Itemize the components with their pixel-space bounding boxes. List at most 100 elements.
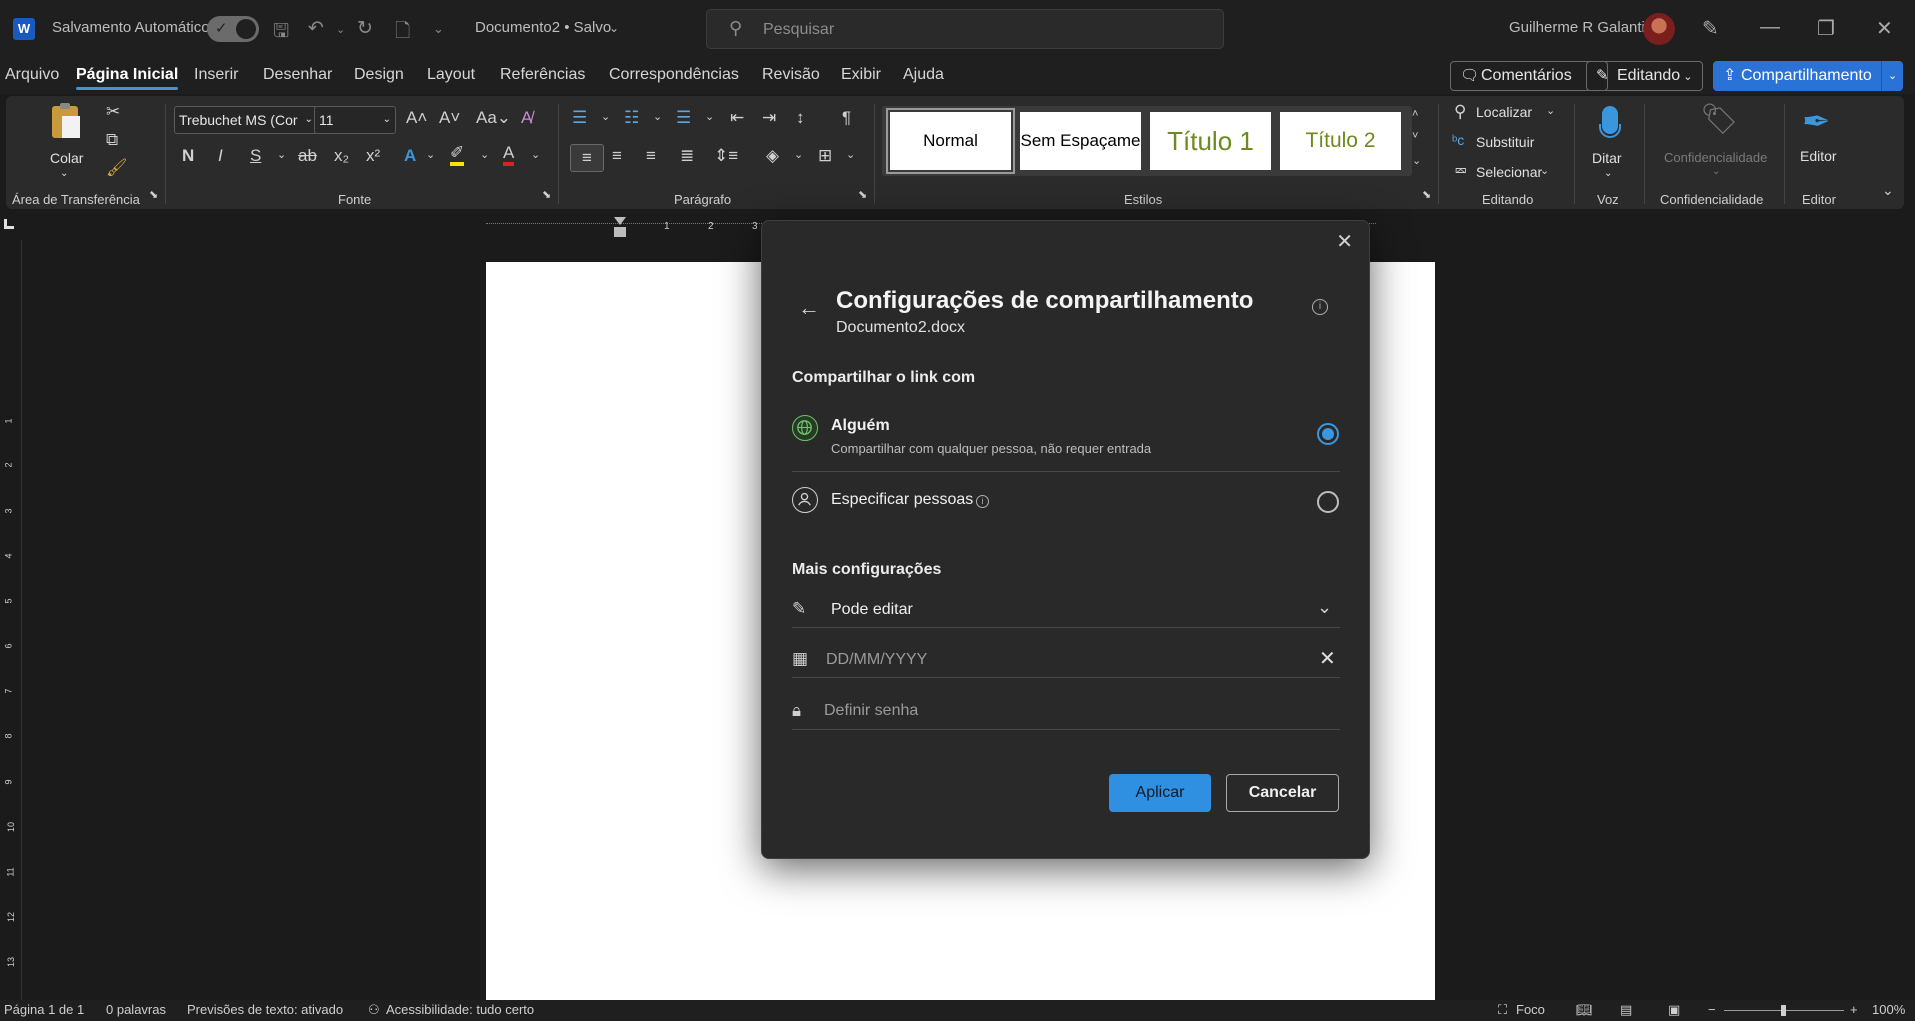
date-input[interactable]: DD/MM/YYYY xyxy=(826,651,927,669)
user-name[interactable]: Guilherme R Galanti xyxy=(1509,19,1645,36)
chevron-down-icon[interactable]: ⌄ xyxy=(531,148,540,161)
share-button[interactable]: ⇪ Compartilhamento ⌄ xyxy=(1713,61,1903,91)
show-marks-icon[interactable]: ¶ xyxy=(842,108,851,128)
customize-toolbar-icon[interactable]: ⌄ xyxy=(433,21,444,37)
bullets-icon[interactable]: ☰ xyxy=(572,108,587,128)
apply-button[interactable]: Aplicar xyxy=(1109,774,1211,812)
comments-button[interactable]: 🗨 Comentários xyxy=(1450,61,1608,91)
tab-design[interactable]: Design xyxy=(354,66,404,84)
info-icon[interactable]: i xyxy=(976,495,989,508)
document-title[interactable]: Documento2 • Salvo xyxy=(475,19,611,36)
undo-icon[interactable]: ↶ xyxy=(308,17,324,40)
align-center-icon[interactable]: ≡ xyxy=(612,146,622,166)
clear-formatting-icon[interactable]: A̸ xyxy=(521,108,532,128)
justify-icon[interactable]: ≣ xyxy=(680,146,694,166)
chevron-down-icon[interactable]: ⌄ xyxy=(705,110,714,123)
focus-mode-button[interactable]: Foco xyxy=(1516,1002,1545,1017)
editor-button[interactable]: ✒ Editor xyxy=(1790,102,1850,182)
tab-revisao[interactable]: Revisão xyxy=(762,66,820,84)
tab-pagina-inicial[interactable]: Página Inicial xyxy=(76,66,179,90)
close-icon[interactable]: ✕ xyxy=(1876,16,1893,41)
styles-scroll-down-icon[interactable]: ˅ xyxy=(1412,130,1418,142)
style-sem-espacamento[interactable]: Sem Espaçame xyxy=(1020,112,1141,170)
indent-marker-bottom[interactable] xyxy=(614,227,626,237)
text-effects-icon[interactable]: A xyxy=(404,146,416,166)
password-input[interactable]: Definir senha xyxy=(824,702,918,720)
indent-marker[interactable] xyxy=(614,217,626,225)
restore-icon[interactable]: ❐ xyxy=(1817,16,1835,41)
grow-font-icon[interactable]: A˄ xyxy=(406,108,427,128)
paste-button[interactable]: Colar ⌄ xyxy=(44,102,88,182)
numbering-icon[interactable]: ☷ xyxy=(624,108,639,128)
read-mode-icon[interactable]: 📖︎ xyxy=(1576,1002,1593,1018)
chevron-down-icon[interactable]: ⌄ xyxy=(1540,164,1549,177)
page-count[interactable]: Página 1 de 1 xyxy=(4,1002,84,1017)
sensitivity-button[interactable]: 🏷 Confidencialidade ⌄ xyxy=(1654,102,1778,182)
underline-button[interactable]: S xyxy=(250,146,261,166)
select-button[interactable]: Selecionar xyxy=(1476,164,1542,180)
avatar[interactable] xyxy=(1643,13,1675,45)
chevron-down-icon[interactable]: ⌄ xyxy=(1546,104,1555,117)
font-size-combo[interactable]: 11 ⌄ xyxy=(314,106,396,134)
copy-icon[interactable]: ⧉ xyxy=(106,130,118,150)
styles-scroll-up-icon[interactable]: ˄ xyxy=(1412,108,1418,120)
underline-dropdown-icon[interactable]: ⌄ xyxy=(277,148,286,161)
superscript-icon[interactable]: x² xyxy=(366,146,380,166)
find-button[interactable]: Localizar xyxy=(1476,104,1532,120)
borders-icon[interactable]: ⊞ xyxy=(818,146,832,166)
align-right-icon[interactable]: ≡ xyxy=(646,146,656,166)
styles-more-icon[interactable]: ⌄ xyxy=(1412,154,1421,167)
tab-exibir[interactable]: Exibir xyxy=(841,66,881,84)
font-color-icon[interactable]: A xyxy=(503,144,515,166)
subscript-icon[interactable]: x₂ xyxy=(334,146,349,166)
zoom-level[interactable]: 100% xyxy=(1872,1002,1905,1017)
minimize-icon[interactable]: — xyxy=(1760,16,1780,39)
print-layout-icon[interactable]: ▤ xyxy=(1620,1002,1632,1018)
editing-mode-button[interactable]: ✎ Editando ⌄ xyxy=(1586,61,1703,91)
clear-date-icon[interactable]: ✕ xyxy=(1319,646,1336,671)
zoom-in-icon[interactable]: + xyxy=(1850,1002,1858,1017)
word-count[interactable]: 0 palavras xyxy=(106,1002,166,1017)
new-document-icon[interactable]: 🗋 xyxy=(395,17,410,49)
search-box[interactable]: ⚲ Pesquisar xyxy=(706,9,1224,49)
multilevel-list-icon[interactable]: ☰ xyxy=(676,108,691,128)
close-icon[interactable]: ✕ xyxy=(1336,229,1353,254)
share-dropdown[interactable]: ⌄ xyxy=(1881,61,1903,91)
text-predictions-status[interactable]: Previsões de texto: ativado xyxy=(187,1002,343,1017)
zoom-slider[interactable] xyxy=(1724,1005,1844,1016)
chevron-down-icon[interactable]: ⌄ xyxy=(426,148,435,161)
chevron-down-icon[interactable]: ⌄ xyxy=(794,148,803,161)
chevron-down-icon[interactable]: ⌄ xyxy=(653,110,662,123)
style-normal[interactable]: Normal xyxy=(886,108,1015,174)
line-spacing-icon[interactable]: ⇕≡ xyxy=(714,146,738,166)
italic-button[interactable]: I xyxy=(218,146,223,166)
cancel-button[interactable]: Cancelar xyxy=(1226,774,1339,812)
format-painter-icon[interactable]: 🖌 xyxy=(106,158,128,178)
tab-desenhar[interactable]: Desenhar xyxy=(263,66,332,84)
change-case-icon[interactable]: Aa⌄ xyxy=(476,108,511,128)
chevron-down-icon[interactable]: ⌄ xyxy=(846,148,855,161)
save-icon[interactable]: 🖫 xyxy=(273,17,289,49)
bold-button[interactable]: N xyxy=(182,146,194,166)
ribbon-expand-icon[interactable]: ⌄ xyxy=(1882,182,1894,199)
pen-icon[interactable]: ✎ xyxy=(1702,16,1719,41)
dialog-launcher-icon[interactable]: ⬊ xyxy=(542,188,551,201)
info-icon[interactable]: i xyxy=(1312,299,1328,315)
replace-button[interactable]: Substituir xyxy=(1476,134,1534,150)
cut-icon[interactable]: ✂ xyxy=(106,102,120,122)
tab-inserir[interactable]: Inserir xyxy=(194,66,238,84)
tab-stop-selector[interactable] xyxy=(4,219,14,229)
align-left-icon[interactable]: ≡ xyxy=(570,144,604,172)
tab-arquivo[interactable]: Arquivo xyxy=(5,66,59,84)
strikethrough-icon[interactable]: ab xyxy=(298,146,317,166)
decrease-indent-icon[interactable]: ⇤ xyxy=(730,108,744,128)
back-arrow-icon[interactable]: ← xyxy=(798,295,820,321)
web-layout-icon[interactable]: ▣ xyxy=(1668,1002,1680,1018)
dialog-launcher-icon[interactable]: ⬊ xyxy=(1422,188,1431,201)
style-titulo-1[interactable]: Título 1 xyxy=(1150,112,1271,170)
sort-icon[interactable]: ↕ xyxy=(796,108,805,128)
radio-anyone[interactable] xyxy=(1317,423,1339,445)
redo-icon[interactable]: ↻ xyxy=(357,17,373,40)
shrink-font-icon[interactable]: A˅ xyxy=(439,108,460,128)
undo-dropdown-icon[interactable]: ⌄ xyxy=(336,23,345,36)
